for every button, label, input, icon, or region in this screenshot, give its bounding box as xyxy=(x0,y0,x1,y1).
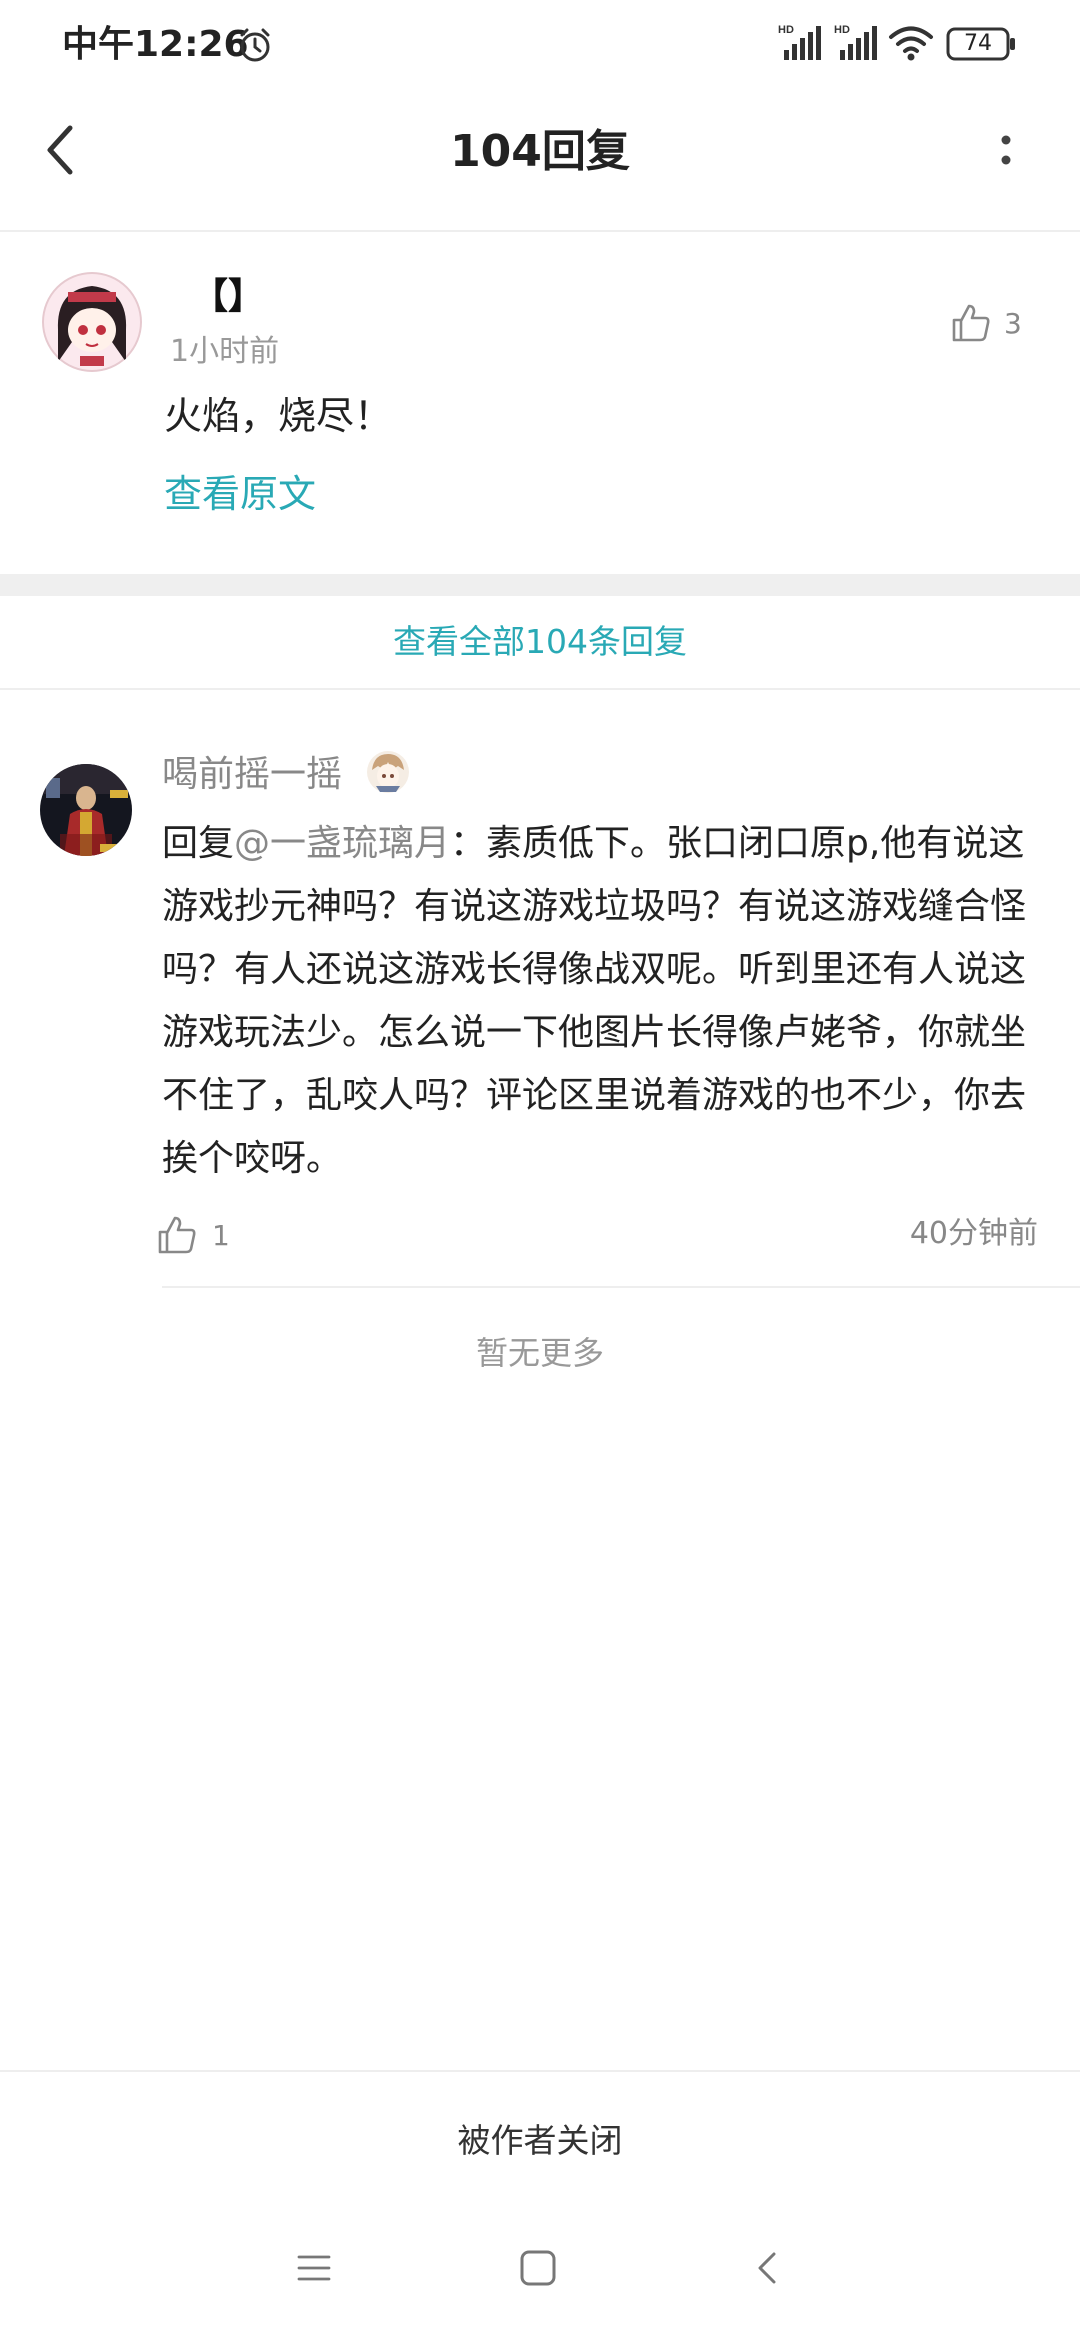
mention-link[interactable]: @一盏琉璃月 xyxy=(234,823,450,864)
reply-text: 回复@一盏琉璃月：素质低下。张口闭口原p,他有说这游戏抄元神吗？有说这游戏垃圾吗… xyxy=(162,812,1052,1190)
thumbs-up-icon[interactable] xyxy=(156,1214,198,1256)
view-original-link[interactable]: 查看原文 xyxy=(164,466,316,522)
signal-hd-label: HD xyxy=(778,24,794,36)
author-name[interactable]: 喝前摇一摇 xyxy=(162,750,342,800)
back-button[interactable] xyxy=(36,110,92,190)
wifi-icon xyxy=(889,26,933,61)
battery-level: 74 xyxy=(964,31,992,56)
reply-time: 40分钟前 xyxy=(909,1216,1038,1251)
alarm-clock-icon xyxy=(240,28,270,62)
more-vertical-icon[interactable] xyxy=(986,118,1026,188)
signal-strength-icon: HD xyxy=(834,24,877,60)
divider xyxy=(162,1286,1080,1288)
avatar[interactable] xyxy=(40,764,132,856)
like-count: 1 xyxy=(212,1219,230,1252)
author-name[interactable]: 【】 xyxy=(192,272,264,322)
post-time: 1小时前 xyxy=(170,334,280,369)
status-time: 中午12:26 xyxy=(62,24,249,65)
avatar[interactable] xyxy=(42,272,142,372)
view-all-replies-link[interactable]: 查看全部104条回复 xyxy=(0,596,1080,690)
reply-content: ：素质低下。张口闭口原p,他有说这游戏抄元神吗？有说这游戏垃圾吗？有说这游戏缝合… xyxy=(162,823,1027,1179)
section-divider xyxy=(0,574,1080,596)
signal-hd-label: HD xyxy=(834,24,850,36)
post-text: 火焰，烧尽！ xyxy=(164,394,393,438)
like-count: 3 xyxy=(1004,307,1022,340)
comments-closed-notice: 被作者关闭 xyxy=(0,2070,1080,2212)
character-badge-icon xyxy=(367,751,409,793)
home-square-icon[interactable] xyxy=(518,2248,558,2288)
no-more-label: 暂无更多 xyxy=(475,1334,604,1372)
reply-prefix: 回复 xyxy=(162,823,235,864)
page-title: 104回复 xyxy=(450,126,630,177)
signal-strength-icon: HD xyxy=(778,24,821,60)
thumbs-up-icon[interactable] xyxy=(950,302,992,344)
menu-icon[interactable] xyxy=(296,2250,332,2286)
back-triangle-icon[interactable] xyxy=(752,2248,782,2288)
